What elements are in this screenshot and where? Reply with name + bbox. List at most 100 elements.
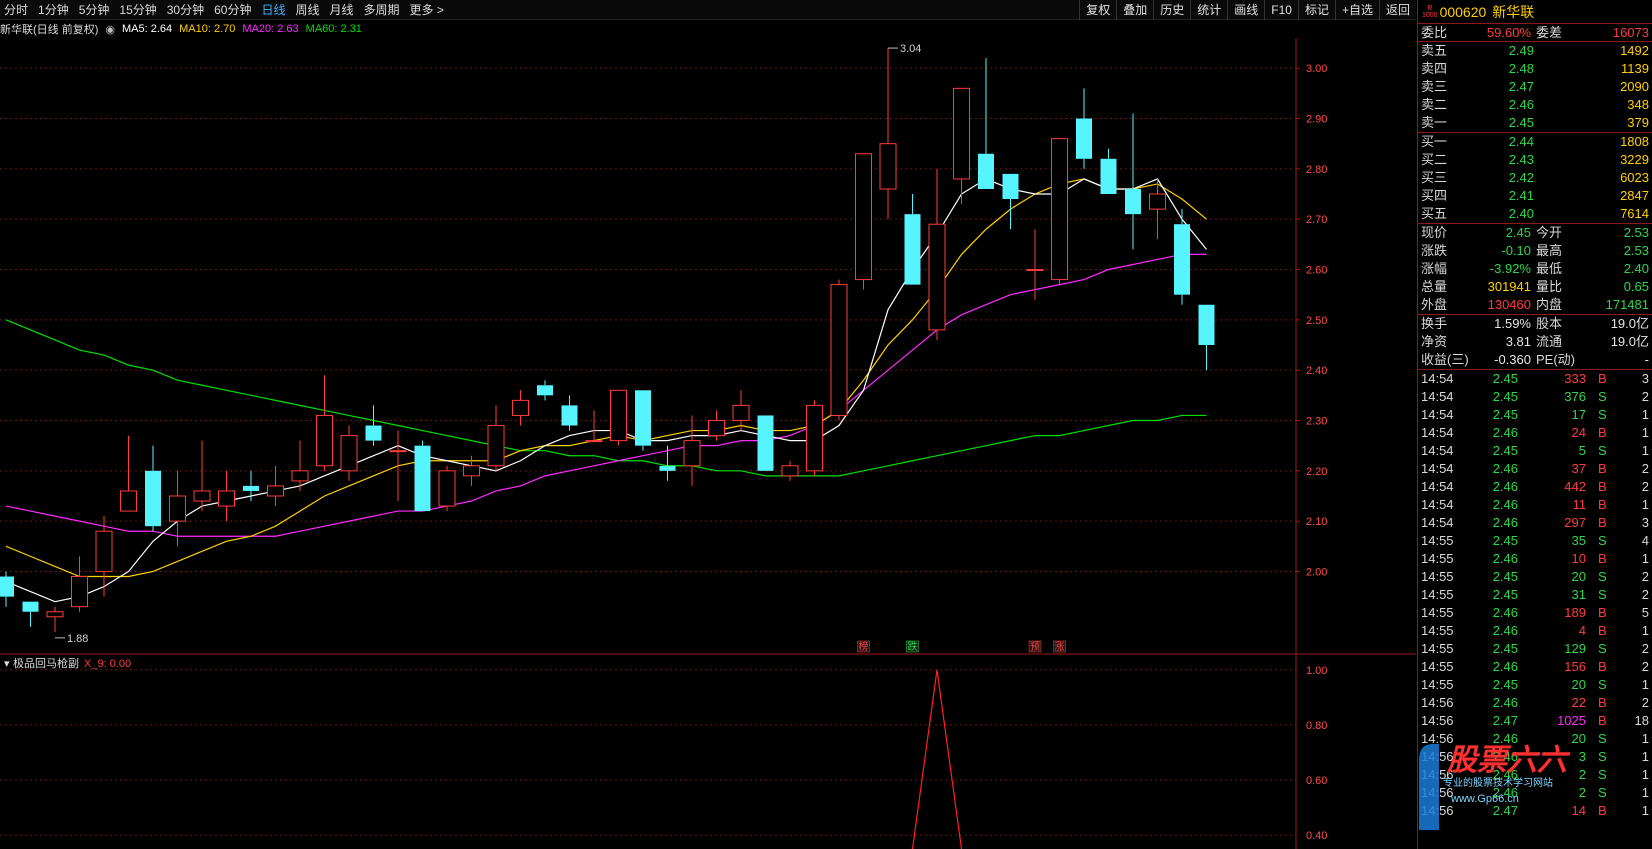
tick-price: 2.45: [1492, 443, 1518, 458]
tool-button-7[interactable]: +自选: [1334, 0, 1379, 20]
candle[interactable]: [267, 465, 284, 507]
ask-row-volume: 1492: [1620, 43, 1649, 58]
tick-list[interactable]: 14:54 2.45 333 B 3 14:54 2.45 376 S 2 14:54 2.45 17 S…: [1418, 370, 1652, 820]
stat-row: 涨跌 -0.10 最高 2.53: [1418, 242, 1652, 260]
period-tab-7[interactable]: 周线: [295, 1, 319, 18]
candle[interactable]: [487, 405, 505, 471]
candle[interactable]: [855, 153, 872, 290]
candle[interactable]: [683, 415, 701, 486]
candle[interactable]: [1002, 173, 1019, 230]
candle[interactable]: [1198, 304, 1215, 371]
candle[interactable]: [243, 470, 259, 502]
tool-button-8[interactable]: 返回: [1378, 0, 1416, 20]
tick-side: S: [1598, 731, 1607, 746]
weibi-row: 委比 59.60% 委差 16073: [1418, 24, 1652, 42]
tool-button-3[interactable]: 统计: [1190, 0, 1227, 20]
candle[interactable]: [928, 168, 946, 340]
stat-value: 1.59%: [1494, 316, 1531, 331]
candle[interactable]: [193, 440, 211, 512]
period-tab-6[interactable]: 日线: [261, 1, 285, 18]
stat-value: -: [1644, 352, 1649, 367]
candle[interactable]: [340, 425, 358, 481]
candle[interactable]: [316, 375, 333, 471]
tick-row: 14:55 2.45 31 S 2: [1418, 586, 1652, 604]
period-tab-5[interactable]: 60分钟: [214, 1, 251, 18]
candle[interactable]: [145, 445, 161, 532]
candle[interactable]: [365, 405, 382, 446]
candle[interactable]: [732, 390, 750, 431]
candle[interactable]: [978, 58, 994, 189]
tool-button-4[interactable]: 画线: [1227, 0, 1264, 20]
tool-button-6[interactable]: 标记: [1297, 0, 1335, 20]
tick-time: 14:55: [1421, 677, 1454, 692]
candle[interactable]: [1125, 113, 1141, 250]
period-tab-2[interactable]: 5分钟: [79, 1, 110, 18]
period-tab-10[interactable]: 更多 >: [410, 1, 444, 18]
candle[interactable]: [537, 380, 553, 401]
ask-row-label: 卖四: [1421, 61, 1448, 76]
candle[interactable]: [610, 389, 627, 446]
candle[interactable]: [1076, 88, 1092, 169]
candle[interactable]: [659, 445, 676, 481]
tick-time: 14:56: [1421, 785, 1454, 800]
candle[interactable]: [46, 606, 64, 632]
tick-side: B: [1598, 479, 1607, 494]
candle[interactable]: [414, 440, 431, 512]
candle[interactable]: [71, 556, 88, 612]
candle[interactable]: [1051, 138, 1068, 285]
tick-count: 1: [1641, 623, 1649, 638]
candle[interactable]: [0, 571, 14, 607]
stat-label: 今开: [1536, 225, 1563, 240]
tool-button-2[interactable]: 历史: [1153, 0, 1190, 20]
tick-volume: 442: [1564, 479, 1586, 494]
candle[interactable]: [781, 460, 799, 481]
candle[interactable]: [806, 400, 823, 476]
eye-icon[interactable]: ◉: [105, 23, 115, 36]
candle[interactable]: [757, 415, 774, 471]
chart-title: 新华联(日线 前复权): [0, 24, 99, 36]
tick-volume: 22: [1571, 695, 1586, 710]
candle[interactable]: [953, 87, 970, 205]
period-tab-9[interactable]: 多周期: [364, 1, 400, 18]
candle[interactable]: [389, 430, 407, 502]
candle[interactable]: [218, 470, 235, 522]
candle[interactable]: [879, 48, 897, 220]
candle[interactable]: [561, 395, 578, 431]
tick-side: B: [1598, 371, 1607, 386]
candle[interactable]: [1026, 229, 1044, 300]
tick-row: 14:56 2.46 20 S 1: [1418, 730, 1652, 748]
tick-price: 2.46: [1492, 479, 1518, 494]
period-tab-3[interactable]: 15分钟: [119, 1, 156, 18]
period-tab-8[interactable]: 月线: [330, 1, 354, 18]
period-tab-0[interactable]: 分时: [4, 1, 28, 18]
candle[interactable]: [1174, 209, 1190, 305]
candle[interactable]: [438, 465, 456, 512]
tick-side: S: [1598, 569, 1607, 584]
candle[interactable]: [904, 194, 921, 285]
tick-price: 2.46: [1492, 731, 1518, 746]
candle[interactable]: [22, 601, 39, 627]
bid-row: 买二 2.43 3229: [1418, 151, 1652, 169]
candle[interactable]: [1100, 148, 1117, 195]
candle[interactable]: [585, 410, 603, 443]
candle[interactable]: [830, 279, 848, 421]
candle[interactable]: [95, 516, 113, 597]
candle[interactable]: [635, 390, 651, 451]
stock-header: R 1000 000620 新华联: [1418, 0, 1652, 24]
tool-button-1[interactable]: 叠加: [1116, 0, 1153, 20]
candle[interactable]: [120, 435, 137, 512]
ask-row-price: 2.46: [1508, 97, 1534, 112]
indicator-name[interactable]: ▾ 极品回马枪副: [4, 656, 79, 670]
stat-row: 现价 2.45 今开 2.53: [1418, 224, 1652, 242]
period-tab-4[interactable]: 30分钟: [167, 1, 204, 18]
kline-chart[interactable]: 3.00 2.90 2.80 2.70 2.60 2.50 2.40 2.30 2.20 2.10…: [0, 38, 1416, 849]
tick-row: 14:56 2.46 2 S 1: [1418, 766, 1652, 784]
tick-price: 2.46: [1492, 425, 1518, 440]
tool-button-0[interactable]: 复权: [1079, 0, 1116, 20]
tool-button-5[interactable]: F10: [1264, 0, 1298, 20]
quote-stats: 现价 2.45 今开 2.53 涨跌 -0.10 最高 2.53 涨幅 -3.92% 最低 2.40 总…: [1418, 224, 1652, 315]
tick-side: B: [1598, 713, 1607, 728]
tick-side: S: [1598, 767, 1607, 782]
period-tab-1[interactable]: 1分钟: [38, 1, 69, 18]
tick-volume: 11: [1572, 497, 1587, 512]
